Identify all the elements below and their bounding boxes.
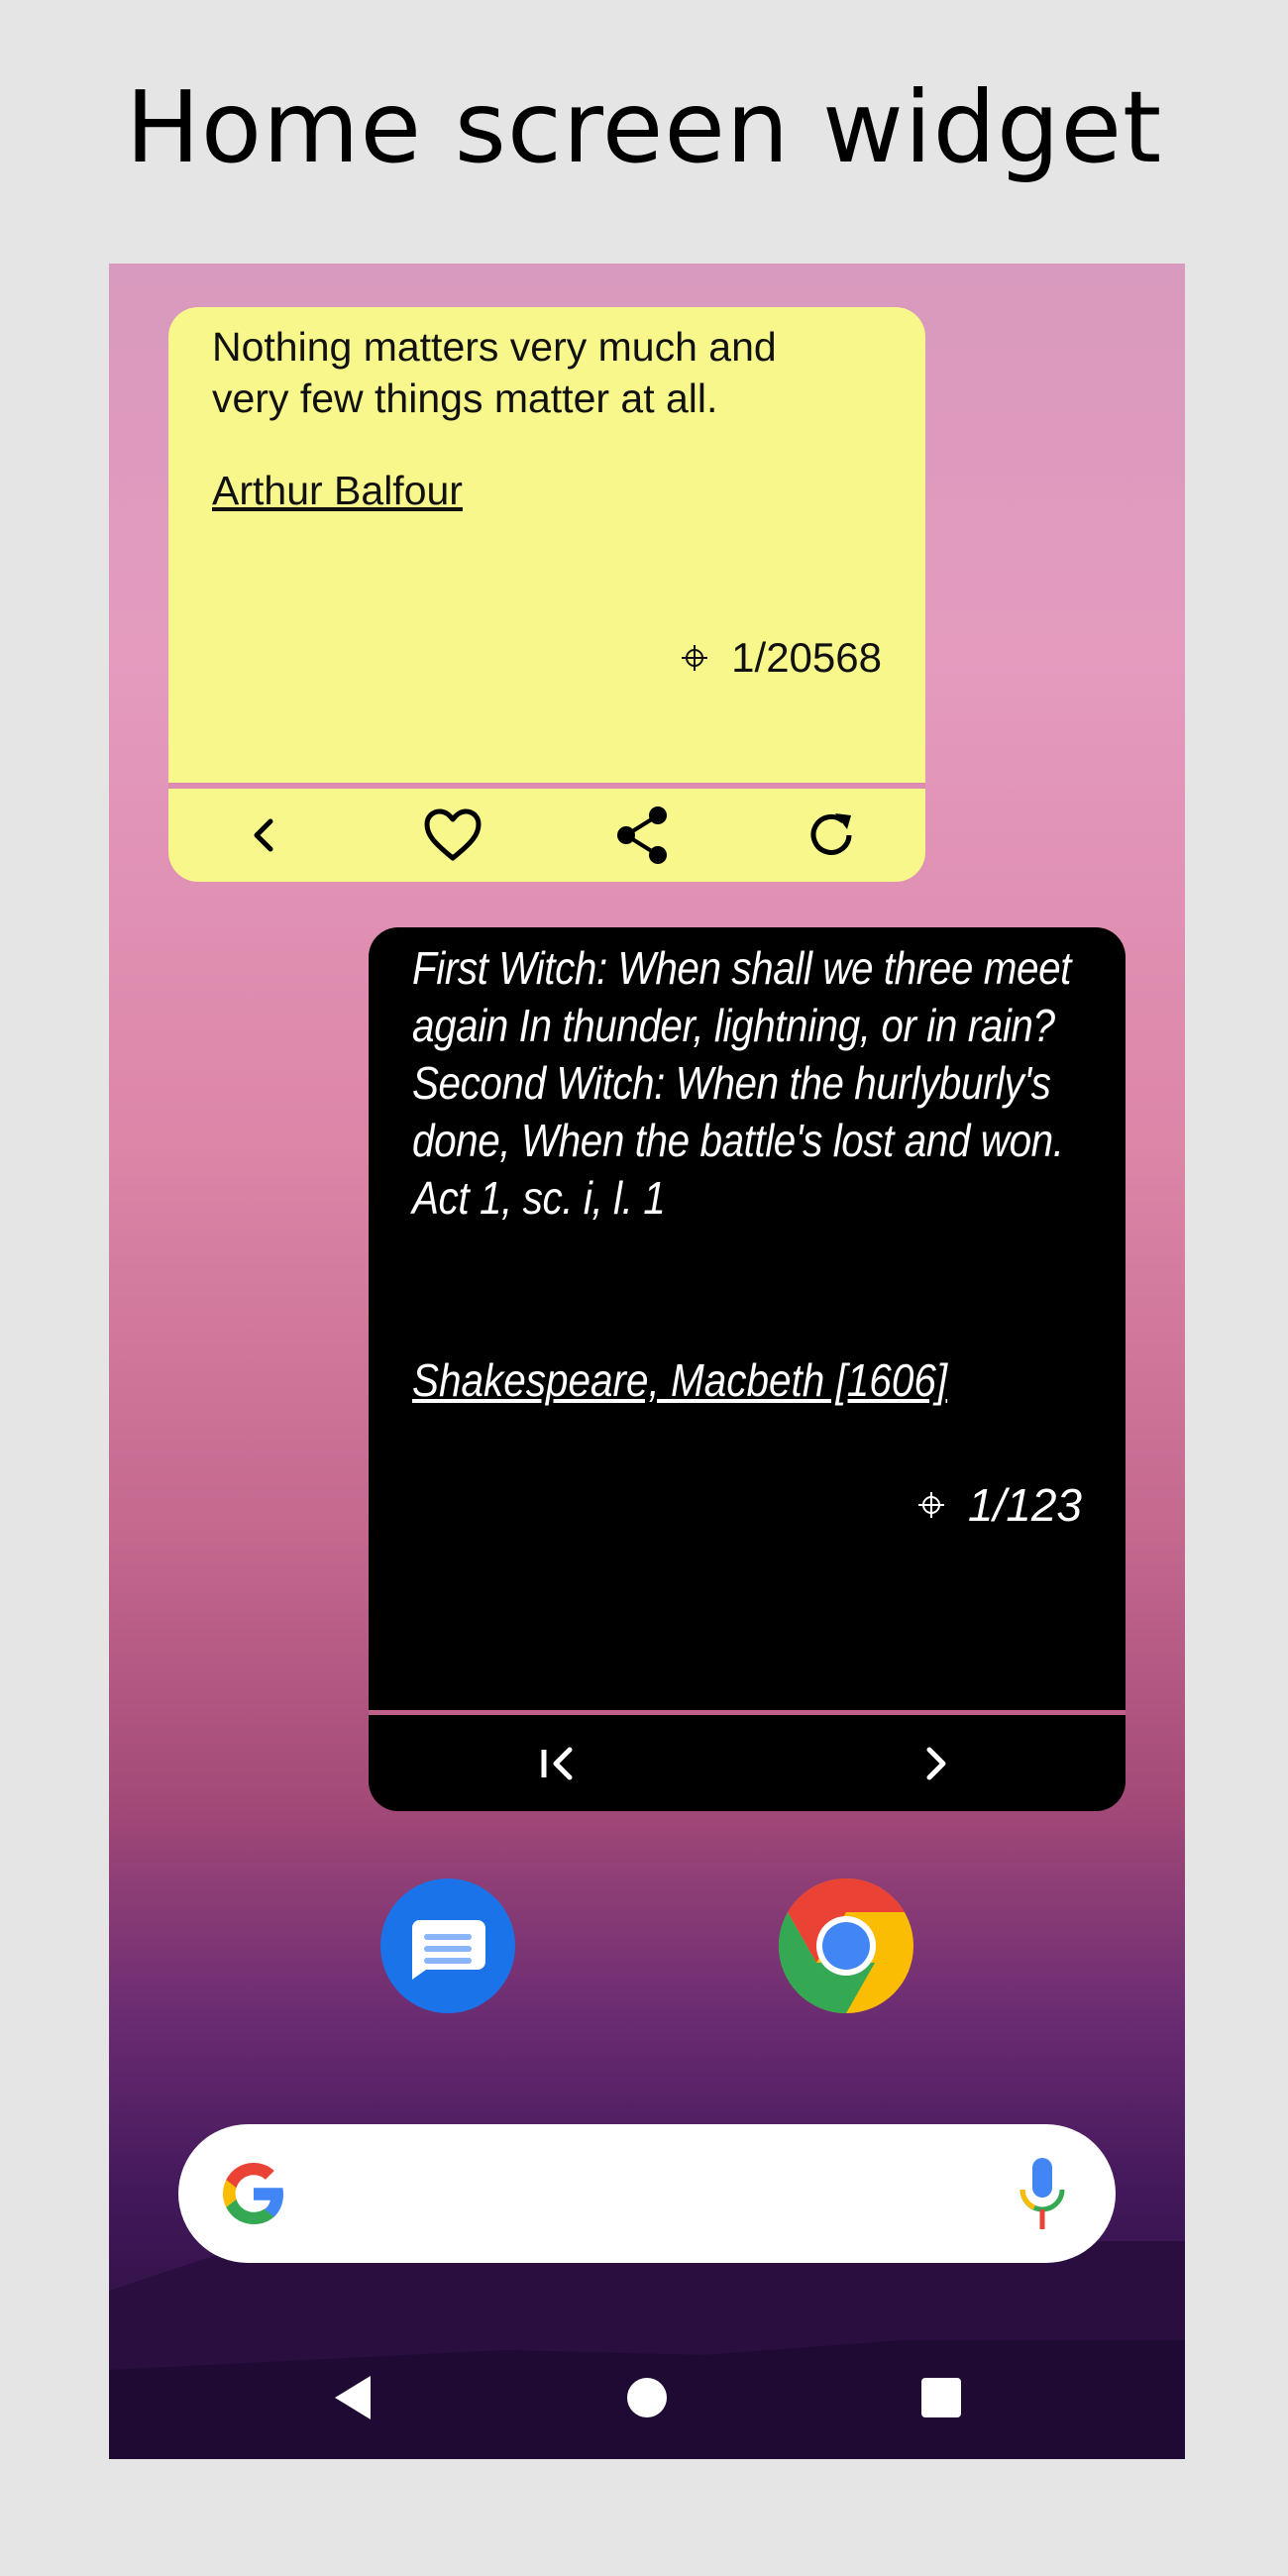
quote-line-first-witch: First Witch: When shall we three meet ag… (412, 942, 1071, 1051)
first-quote-button[interactable] (510, 1724, 605, 1803)
chrome-app-icon[interactable] (778, 1878, 913, 2014)
home-circle-icon (627, 2378, 667, 2417)
microphone-icon[interactable] (1015, 2156, 1070, 2231)
crosshair-icon (917, 1492, 944, 1518)
messages-app-icon[interactable] (380, 1878, 515, 2013)
quote-line-second-witch: Second Witch: When the hurlyburly's done… (412, 1057, 1064, 1224)
nav-home-button[interactable] (607, 2358, 687, 2437)
quote-text: First Witch: When shall we three meet ag… (412, 939, 1101, 1227)
next-icon (926, 1747, 946, 1779)
widget-toolbar (369, 1715, 1126, 1811)
heart-icon (424, 808, 481, 861)
refresh-button[interactable] (784, 796, 879, 875)
chrome-glyph-icon (778, 1878, 913, 2014)
nav-back-button[interactable] (313, 2358, 392, 2437)
refresh-icon (810, 813, 851, 855)
quote-counter-text: 1/20568 (731, 634, 882, 681)
quote-counter-text: 1/123 (967, 1479, 1082, 1531)
favorite-button[interactable] (405, 796, 500, 875)
quote-author-link[interactable]: Arthur Balfour (212, 468, 463, 514)
first-icon (541, 1747, 573, 1779)
quote-counter: 1/20568 (680, 634, 882, 682)
nav-recents-button[interactable] (902, 2358, 981, 2437)
google-search-bar[interactable] (178, 2124, 1116, 2263)
page-title: Home screen widget (125, 69, 1163, 185)
quote-text: Nothing matters very much and very few t… (212, 324, 777, 421)
recents-square-icon (921, 2378, 961, 2417)
crosshair-icon (682, 645, 708, 671)
widget-toolbar (168, 789, 925, 882)
quote-author-link[interactable]: Shakespeare, Macbeth [1606] (412, 1353, 947, 1407)
system-navigation-bar (109, 2334, 1185, 2459)
share-button[interactable] (594, 796, 690, 875)
share-icon (616, 806, 667, 864)
next-quote-button[interactable] (889, 1724, 984, 1803)
messages-glyph-icon (411, 1920, 485, 1980)
back-button[interactable] (216, 796, 311, 875)
phone-screen: Nothing matters very much and very few t… (109, 264, 1185, 2459)
quote-counter: 1/123 (916, 1478, 1082, 1532)
quote-widget-dark[interactable]: First Witch: When shall we three meet ag… (369, 927, 1126, 1811)
back-icon (254, 818, 272, 852)
back-triangle-icon (335, 2376, 371, 2419)
quote-widget-light[interactable]: Nothing matters very much and very few t… (168, 307, 925, 882)
google-g-icon (223, 2163, 283, 2224)
